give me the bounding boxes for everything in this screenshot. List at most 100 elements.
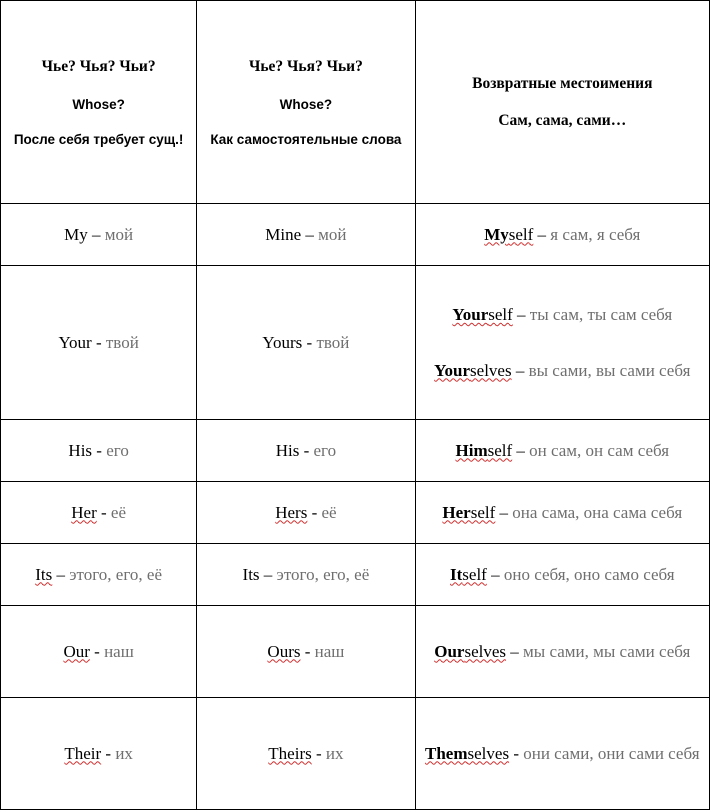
- table-row: Her - её Hers - её Herself – она сама, она…: [0, 481, 710, 544]
- table-row: His - его His - его Himself – он сам, он с…: [0, 419, 710, 482]
- pronoun-entry: Its – этого, его, её: [1, 560, 196, 590]
- table-row: Their - их Theirs - их Themselves - они са…: [0, 697, 710, 810]
- russian-translation: этого, его, её: [69, 564, 162, 584]
- english-pronoun-stem: My: [484, 224, 509, 244]
- english-pronoun-stem: Them: [425, 743, 468, 763]
- pronoun-entry: Himself – он сам, он сам себя: [416, 436, 709, 466]
- russian-translation: мы сами, мы сами себя: [523, 641, 691, 661]
- english-pronoun: His: [275, 440, 300, 460]
- english-pronoun-stem: Your: [434, 360, 471, 380]
- pronoun-entry: Hers - её: [197, 498, 414, 528]
- russian-translation: его: [106, 440, 129, 460]
- separator-dash: –: [491, 564, 500, 584]
- english-pronoun: Yourselves: [434, 361, 511, 380]
- russian-translation: ты сам, ты сам себя: [529, 304, 673, 324]
- separator-dash: –: [263, 564, 273, 584]
- table-cell-col3: Herself – она сама, она сама себя: [414, 481, 710, 544]
- table-cell-col1: My – мой: [0, 203, 198, 266]
- pronoun-entry: Its – этого, его, её: [197, 560, 414, 590]
- pronoun-entry: Myself – я сам, я себя: [416, 220, 709, 250]
- english-pronoun: His: [68, 440, 93, 460]
- english-pronoun: Her: [71, 502, 97, 522]
- table-row: My – мой Mine – мой Myself – я сам, я себя: [0, 203, 710, 266]
- separator-dash: –: [516, 440, 525, 460]
- table-header-row: Чье? Чья? Чьи? Whose? После себя требует с…: [0, 0, 710, 204]
- table-cell-col2: Ours - наш: [196, 605, 416, 698]
- separator-dash: –: [56, 564, 66, 584]
- table-cell-col3: Itself – оно себя, оно само себя: [414, 543, 710, 606]
- separator-dash: –: [517, 304, 526, 324]
- english-pronoun: Herself: [442, 503, 495, 522]
- russian-translation: её: [110, 502, 126, 522]
- english-pronoun: Ourselves: [434, 642, 506, 661]
- separator-dash: -: [306, 332, 313, 352]
- russian-translation: их: [115, 743, 133, 763]
- separator-dash: -: [100, 502, 107, 522]
- pronoun-entry: Themselves - они сами, они сами себя: [416, 739, 709, 769]
- pronoun-entry: His - его: [1, 436, 196, 466]
- table-header-cell-3: Возвратные местоимения Сам, сама, сами…: [414, 0, 710, 204]
- english-pronoun-stem: Her: [442, 502, 471, 522]
- table-cell-col2: Theirs - их: [196, 697, 416, 810]
- separator-dash: –: [92, 224, 101, 244]
- pronoun-entry: Theirs - их: [197, 739, 414, 769]
- english-pronoun: Itself: [450, 565, 487, 584]
- pronoun-entry: Itself – оно себя, оно само себя: [416, 560, 709, 590]
- table-cell-col1: Their - их: [0, 697, 198, 810]
- english-pronoun: Its: [242, 564, 260, 584]
- separator-dash: –: [537, 224, 547, 244]
- table-cell-col2: Yours - твой: [196, 265, 416, 420]
- header-line: Чье? Чья? Чьи?: [248, 57, 363, 75]
- table-body: Чье? Чья? Чьи? Whose? После себя требует с…: [0, 0, 710, 810]
- russian-translation: наш: [314, 641, 345, 661]
- pronoun-entry: Yourselves – вы сами, вы сами себя: [416, 356, 709, 386]
- table-header-cell-1: Чье? Чья? Чьи? Whose? После себя требует с…: [0, 0, 198, 204]
- russian-translation: оно себя, оно само себя: [503, 564, 675, 584]
- table-cell-col1: Its – этого, его, её: [0, 543, 198, 606]
- pronoun-entry: Your - твой: [1, 328, 196, 358]
- table-row: Its – этого, его, её Its – этого, его, её…: [0, 543, 710, 606]
- russian-translation: я сам, я себя: [550, 224, 641, 244]
- russian-translation: твой: [105, 332, 139, 352]
- english-pronoun-stem: It: [450, 564, 463, 584]
- english-pronoun-suffix: self: [470, 502, 496, 522]
- english-pronoun: Theirs: [268, 743, 312, 763]
- russian-translation: их: [325, 743, 344, 763]
- separator-dash: -: [304, 641, 311, 661]
- table-row: Our - наш Ours - наш Ourselves – мы сами, …: [0, 605, 710, 698]
- header-line: Чье? Чья? Чьи?: [41, 57, 156, 75]
- header-line: Возвратные местоимения: [472, 74, 653, 92]
- separator-dash: -: [95, 332, 102, 352]
- english-pronoun-stem: Your: [452, 304, 489, 324]
- separator-dash: -: [94, 641, 100, 661]
- separator-dash: –: [510, 641, 519, 661]
- russian-translation: этого, его, её: [276, 564, 370, 584]
- english-pronoun: Ours: [267, 641, 301, 661]
- table-cell-col2: His - его: [196, 419, 416, 482]
- russian-translation: мой: [104, 224, 134, 244]
- russian-translation: она сама, она сама себя: [512, 502, 683, 522]
- pronoun-entry: Her - её: [1, 498, 196, 528]
- table-row: Your - твой Yours - твой Yourself – ты сам…: [0, 265, 710, 420]
- russian-translation: его: [313, 440, 337, 460]
- table-header-cell-2: Чье? Чья? Чьи? Whose? Как самостоятельные …: [196, 0, 416, 204]
- english-pronoun-suffix: selves: [464, 641, 507, 661]
- table-cell-col2: Its – этого, его, её: [196, 543, 416, 606]
- pronoun-entry: Ourselves – мы сами, мы сами себя: [416, 637, 709, 667]
- english-pronoun: Myself: [484, 225, 533, 244]
- separator-dash: -: [311, 502, 318, 522]
- separator-dash: -: [315, 743, 322, 763]
- pronoun-entry: Yours - твой: [197, 328, 414, 358]
- english-pronoun: Themselves: [425, 744, 509, 763]
- russian-translation: наш: [104, 641, 134, 661]
- pronoun-entry: His - его: [197, 436, 414, 466]
- english-pronoun: Our: [63, 641, 90, 661]
- english-pronoun: Their: [64, 743, 102, 763]
- header-line: Whose?: [279, 97, 333, 113]
- russian-translation: вы сами, вы сами себя: [528, 360, 691, 380]
- separator-dash: –: [515, 360, 525, 380]
- english-pronoun: Your: [58, 332, 92, 352]
- separator-dash: –: [305, 224, 314, 244]
- table-cell-col3: Myself – я сам, я себя: [414, 203, 710, 266]
- english-pronoun: My: [64, 224, 88, 244]
